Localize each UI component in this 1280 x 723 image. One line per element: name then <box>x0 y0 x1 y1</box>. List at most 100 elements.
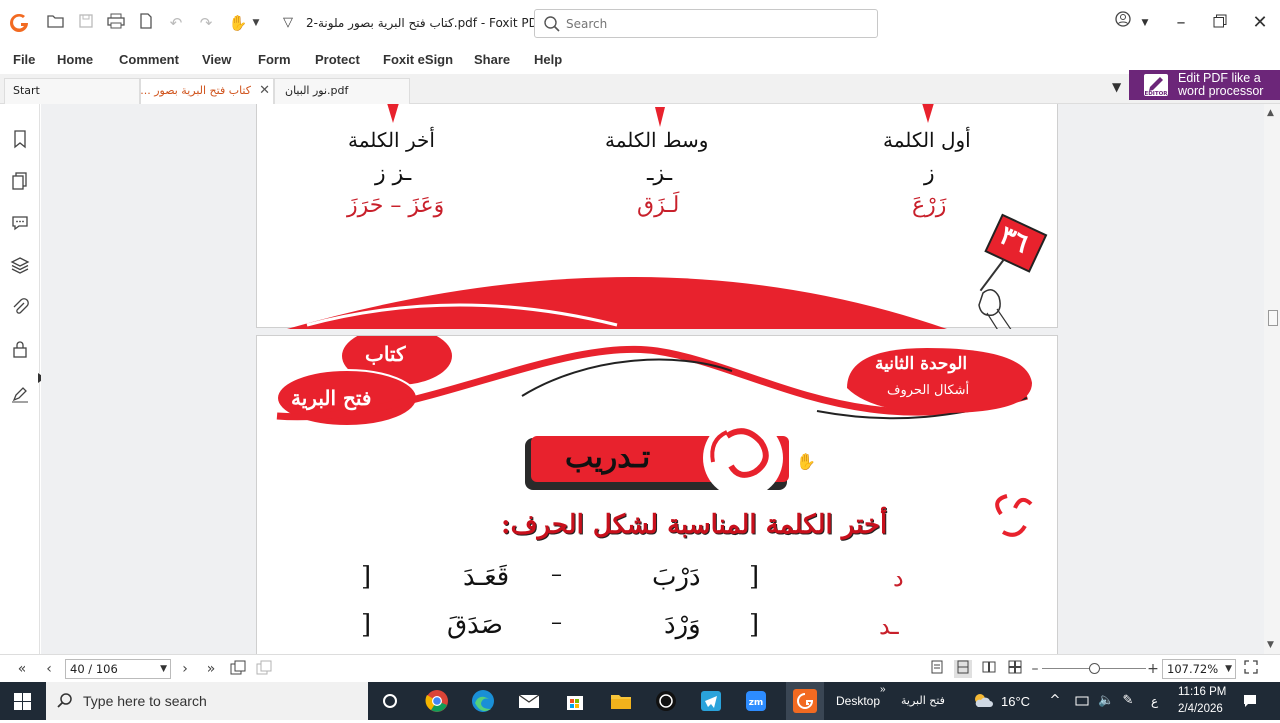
document-canvas[interactable]: ٣٦ أول الكلمة ز زَرْعَ وسط الكلمة ـزـ لَ… <box>41 104 1264 654</box>
print-icon[interactable] <box>106 13 126 33</box>
edge-icon[interactable] <box>469 687 497 715</box>
hand-tool-icon[interactable]: ✋ <box>228 13 248 33</box>
menu-home[interactable]: Home <box>57 52 93 67</box>
chevron-down-icon[interactable]: ▼ <box>1225 660 1232 678</box>
notifications-icon[interactable] <box>1242 693 1258 709</box>
edit-pdf-promo[interactable]: EDITOR Edit PDF like a word processor <box>1129 70 1280 100</box>
previous-view-icon[interactable] <box>229 660 247 678</box>
menu-form[interactable]: Form <box>258 52 291 67</box>
last-page-icon[interactable]: » <box>202 660 220 678</box>
scrollbar-thumb[interactable] <box>1268 310 1278 326</box>
network-icon[interactable] <box>1074 693 1090 709</box>
exercise-word-2b: صَدَقَ <box>447 610 503 640</box>
letter-form-middle: ـزـ <box>647 161 673 186</box>
foxit-logo-icon[interactable] <box>8 12 30 34</box>
search-icon <box>57 693 72 708</box>
document-title: كتاب فتح البرية بصور ملونة-2.pdf - Foxit… <box>306 16 568 30</box>
search-input[interactable] <box>566 14 866 34</box>
taskbar-search-box[interactable]: Type here to search <box>46 682 368 720</box>
continuous-page-icon[interactable] <box>954 660 972 678</box>
menu-protect[interactable]: Protect <box>315 52 360 67</box>
zoom-slider-knob[interactable] <box>1089 663 1100 674</box>
show-hidden-icons-icon[interactable]: ^ <box>1047 693 1063 709</box>
scroll-up-icon[interactable]: ▲ <box>1267 108 1274 118</box>
zoom-in-icon[interactable]: + <box>1144 660 1162 678</box>
app-dark-icon[interactable] <box>652 687 680 715</box>
more-toolbar-icon[interactable]: » <box>880 684 886 695</box>
next-page-icon[interactable]: › <box>176 660 194 678</box>
pen-icon[interactable]: ✎ <box>1120 693 1136 709</box>
menu-share[interactable]: Share <box>474 52 510 67</box>
continuous-facing-icon[interactable] <box>1006 660 1024 678</box>
facing-page-icon[interactable] <box>980 660 998 678</box>
desktop-toolbar-label[interactable]: Desktop <box>836 694 880 708</box>
task-view-icon[interactable] <box>376 687 404 715</box>
folder-toolbar-label[interactable]: فتح البرية <box>901 694 945 707</box>
previous-page-icon[interactable]: ‹ <box>40 660 58 678</box>
foxit-taskbar-icon[interactable] <box>786 682 824 720</box>
exercise-letter-1: د <box>893 564 904 592</box>
scroll-down-icon[interactable]: ▼ <box>1267 640 1274 650</box>
zoom-out-icon[interactable]: – <box>1026 660 1044 678</box>
redo-icon[interactable]: ↷ <box>196 13 216 33</box>
comments-icon[interactable] <box>10 213 30 233</box>
editor-badge-text: EDITOR <box>1144 91 1168 97</box>
close-button[interactable]: ✕ <box>1247 10 1273 36</box>
restore-button[interactable] <box>1207 10 1233 36</box>
search-box[interactable] <box>534 9 878 38</box>
chevron-down-icon[interactable]: ▼ <box>246 13 266 33</box>
menu-comment[interactable]: Comment <box>119 52 179 67</box>
layers-icon[interactable] <box>10 255 30 275</box>
fullscreen-icon[interactable] <box>1242 660 1260 678</box>
security-lock-icon[interactable] <box>10 339 30 359</box>
page-number-input[interactable]: 40 / 106 ▼ <box>65 659 171 679</box>
next-view-icon[interactable] <box>255 660 273 678</box>
single-page-icon[interactable] <box>928 660 946 678</box>
customize-toolbar-icon[interactable]: ▽ <box>278 13 298 33</box>
account-dropdown-icon[interactable]: ▼ <box>1132 10 1158 36</box>
tab-list-dropdown-icon[interactable]: ▼ <box>1112 80 1121 94</box>
tab-fath-albariya[interactable]: كتاب فتح البرية بصور ... ✕ <box>140 78 274 104</box>
mail-icon[interactable] <box>515 687 543 715</box>
minimize-button[interactable]: – <box>1168 10 1194 36</box>
clock-date[interactable]: 2/4/2026 <box>1178 703 1223 715</box>
save-icon[interactable] <box>76 13 96 33</box>
chevron-down-icon[interactable]: ▼ <box>160 660 167 678</box>
menu-foxit-esign[interactable]: Foxit eSign <box>383 52 453 67</box>
bookmark-icon[interactable] <box>10 129 30 149</box>
windows-start-icon[interactable] <box>14 693 31 710</box>
close-tab-icon[interactable]: ✕ <box>259 79 270 103</box>
tab-start[interactable]: Start <box>4 78 140 104</box>
store-icon[interactable] <box>561 687 589 715</box>
first-page-icon[interactable]: « <box>13 660 31 678</box>
undo-icon[interactable]: ↶ <box>166 13 186 33</box>
menu-help[interactable]: Help <box>534 52 562 67</box>
volume-icon[interactable]: 🔈 <box>1098 693 1114 709</box>
file-explorer-icon[interactable] <box>607 687 635 715</box>
vertical-scrollbar[interactable]: ▲ ▼ <box>1264 104 1280 654</box>
exercise-word-1a: دَرْبَ <box>652 562 701 592</box>
example-word-start: زَرْعَ <box>912 193 947 218</box>
language-indicator[interactable]: ع <box>1151 694 1158 708</box>
weather-icon[interactable] <box>972 690 994 712</box>
telegram-icon[interactable] <box>697 687 725 715</box>
signature-icon[interactable] <box>10 384 30 404</box>
red-wave-shape <box>287 277 947 329</box>
zoom-app-icon[interactable]: zm <box>742 687 770 715</box>
arrow-down-icon <box>655 107 665 127</box>
status-bar: « ‹ 40 / 106 ▼ › » – + 107.72% ▼ <box>0 654 1280 682</box>
tab-nour-albayan[interactable]: نور البيان.pdf <box>274 78 410 104</box>
chrome-icon[interactable] <box>423 687 451 715</box>
open-folder-icon[interactable] <box>46 13 66 33</box>
pages-icon[interactable] <box>10 171 30 191</box>
menu-view[interactable]: View <box>202 52 231 67</box>
zoom-level-input[interactable]: 107.72% ▼ <box>1162 659 1236 679</box>
pdf-page-36: ٣٦ أول الكلمة ز زَرْعَ وسط الكلمة ـزـ لَ… <box>256 104 1058 329</box>
menu-file[interactable]: File <box>13 52 35 67</box>
weather-temperature[interactable]: 16°C <box>1001 694 1030 709</box>
create-pdf-icon[interactable] <box>136 13 156 33</box>
attachment-icon[interactable] <box>10 297 30 317</box>
clock-time[interactable]: 11:16 PM <box>1178 686 1226 698</box>
hand-cursor-icon: ✋ <box>796 452 816 471</box>
zoom-level-value: 107.72% <box>1167 662 1219 676</box>
